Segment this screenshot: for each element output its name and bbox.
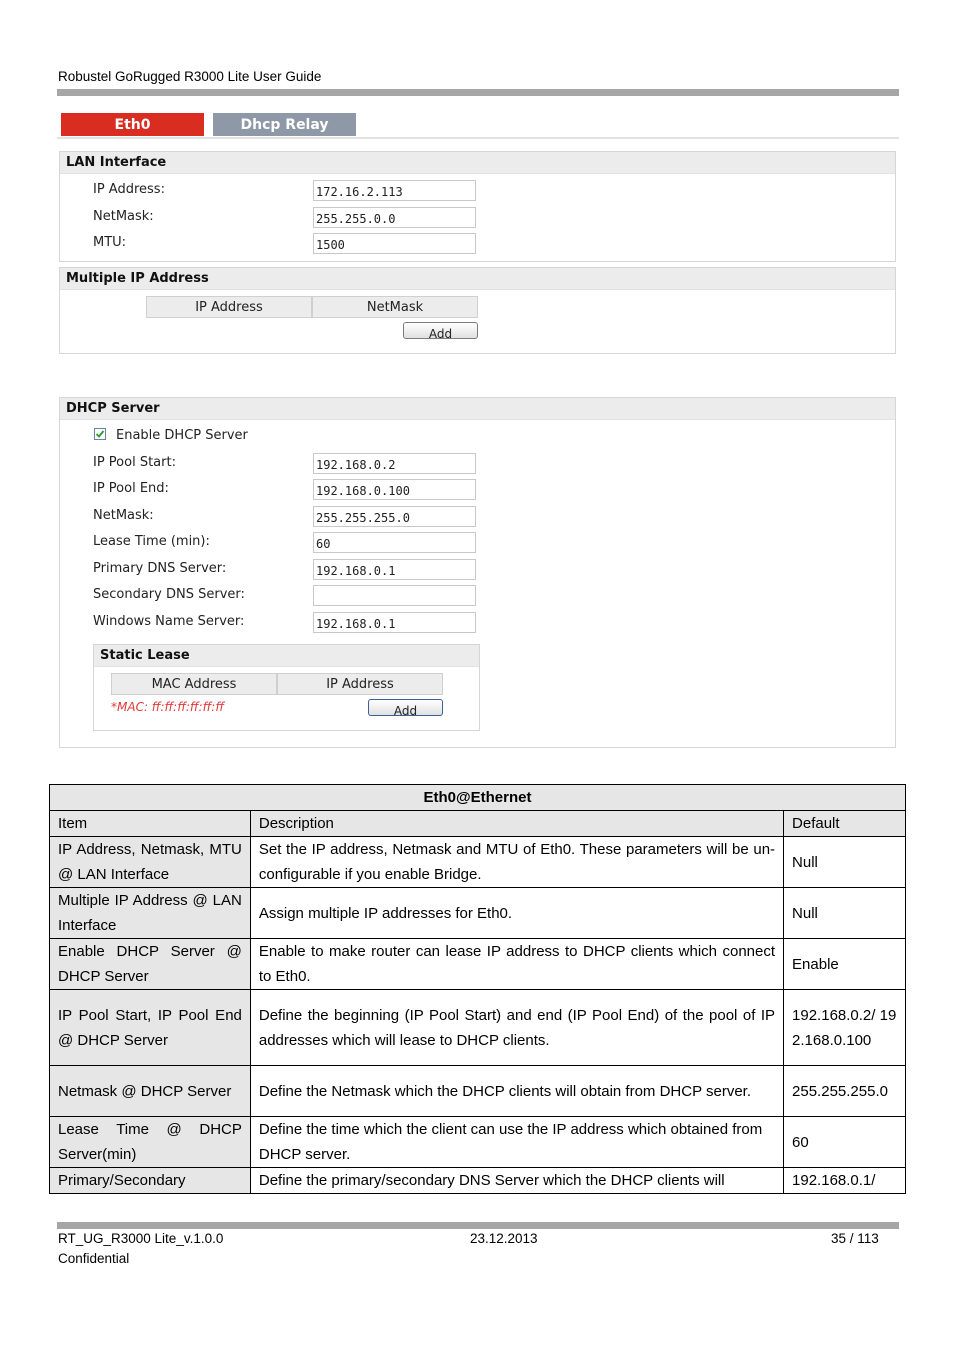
- ip-address-label: IP Address:: [93, 182, 165, 197]
- ip-pool-end-label: IP Pool End:: [93, 481, 169, 496]
- row-default: 60: [783, 1116, 906, 1168]
- footer-rule: [57, 1222, 899, 1229]
- table-row: Primary/Secondary Define the primary/sec…: [49, 1167, 906, 1194]
- primary-dns-label: Primary DNS Server:: [93, 561, 227, 576]
- mac-format-hint: *MAC: ff:ff:ff:ff:ff:ff: [111, 700, 224, 714]
- multiple-ip-add-button[interactable]: Add: [403, 322, 478, 339]
- row-item: Primary/Secondary: [49, 1167, 251, 1194]
- tab-eth0[interactable]: Eth0: [61, 113, 204, 136]
- enable-dhcp-label: Enable DHCP Server: [116, 428, 248, 443]
- windows-name-server-input[interactable]: 192.168.0.1: [313, 612, 476, 633]
- static-lease-add-button[interactable]: Add: [368, 699, 443, 716]
- table-row: IP Pool Start, IP Pool End @ DHCP Server…: [49, 989, 906, 1066]
- header-item: Item: [49, 810, 251, 837]
- row-default: Null: [783, 836, 906, 888]
- row-description: Define the time which the client can use…: [249, 1116, 785, 1168]
- footer-doc-id: RT_UG_R3000 Lite_v.1.0.0: [58, 1231, 224, 1246]
- multiple-ip-col-ip-address: IP Address: [146, 296, 312, 318]
- multiple-ip-title: Multiple IP Address: [60, 268, 895, 290]
- footer-page-number: 35 / 113: [831, 1231, 879, 1246]
- footer-date: 23.12.2013: [470, 1231, 538, 1246]
- lan-interface-title: LAN Interface: [60, 152, 895, 174]
- ip-pool-end-input[interactable]: 192.168.0.100: [313, 479, 476, 500]
- row-item: Enable DHCP Server @ DHCP Server: [49, 938, 251, 990]
- header-rule: [57, 89, 899, 96]
- dhcp-netmask-input[interactable]: 255.255.255.0: [313, 506, 476, 527]
- enable-dhcp-checkbox[interactable]: [94, 428, 106, 440]
- row-item: IP Address, Netmask, MTU @ LAN Interface: [49, 836, 251, 888]
- eth0-parameter-table: Eth0@Ethernet Item Description Default I…: [49, 784, 906, 1194]
- document-header-title: Robustel GoRugged R3000 Lite User Guide: [58, 69, 322, 84]
- primary-dns-input[interactable]: 192.168.0.1: [313, 559, 476, 580]
- mtu-label: MTU:: [93, 235, 127, 250]
- header-description: Description: [249, 810, 785, 837]
- table-row: IP Address, Netmask, MTU @ LAN Interface…: [49, 836, 906, 888]
- table-row: Enable DHCP Server @ DHCP Server Enable …: [49, 938, 906, 990]
- netmask-input[interactable]: 255.255.0.0: [313, 207, 476, 228]
- table-row: Netmask @ DHCP Server Define the Netmask…: [49, 1065, 906, 1117]
- ip-address-input[interactable]: 172.16.2.113: [313, 180, 476, 201]
- lan-interface-panel: LAN Interface: [59, 151, 896, 262]
- row-item: Netmask @ DHCP Server: [49, 1065, 251, 1117]
- row-default: 192.168.0.2/ 192.168.0.100: [783, 989, 906, 1066]
- row-default: 192.168.0.1/: [783, 1167, 906, 1194]
- static-lease-col-mac: MAC Address: [111, 673, 277, 695]
- row-default: Enable: [783, 938, 906, 990]
- tab-underline: [57, 137, 899, 139]
- ip-pool-start-label: IP Pool Start:: [93, 455, 176, 470]
- secondary-dns-label: Secondary DNS Server:: [93, 587, 245, 602]
- checkmark-icon: [95, 430, 105, 438]
- row-item: IP Pool Start, IP Pool End @ DHCP Server: [49, 989, 251, 1066]
- row-description: Set the IP address, Netmask and MTU of E…: [249, 836, 785, 888]
- row-description: Assign multiple IP addresses for Eth0.: [249, 887, 785, 939]
- multiple-ip-col-netmask: NetMask: [312, 296, 478, 318]
- lease-time-input[interactable]: 60: [313, 532, 476, 553]
- mtu-input[interactable]: 1500: [313, 233, 476, 254]
- netmask-label: NetMask:: [93, 209, 154, 224]
- footer-confidential: Confidential: [58, 1251, 130, 1266]
- secondary-dns-input[interactable]: [313, 585, 476, 606]
- ip-pool-start-input[interactable]: 192.168.0.2: [313, 453, 476, 474]
- row-default: Null: [783, 887, 906, 939]
- lease-time-label: Lease Time (min):: [93, 534, 210, 549]
- table-title: Eth0@Ethernet: [49, 784, 906, 811]
- dhcp-server-title: DHCP Server: [60, 398, 895, 420]
- tab-dhcp-relay[interactable]: Dhcp Relay: [213, 113, 356, 136]
- static-lease-title: Static Lease: [94, 645, 479, 667]
- row-description: Define the primary/secondary DNS Server …: [249, 1167, 785, 1194]
- row-item: Multiple IP Address @ LAN Interface: [49, 887, 251, 939]
- row-default: 255.255.255.0: [783, 1065, 906, 1117]
- row-description: Define the beginning (IP Pool Start) and…: [249, 989, 785, 1066]
- dhcp-netmask-label: NetMask:: [93, 508, 154, 523]
- table-header-row: Item Description Default: [49, 810, 906, 837]
- table-row: Lease Time @ DHCP Server(min) Define the…: [49, 1116, 906, 1168]
- row-item: Lease Time @ DHCP Server(min): [49, 1116, 251, 1168]
- windows-name-server-label: Windows Name Server:: [93, 614, 245, 629]
- static-lease-col-ip: IP Address: [277, 673, 443, 695]
- header-default: Default: [783, 810, 906, 837]
- row-description: Enable to make router can lease IP addre…: [249, 938, 785, 990]
- table-row: Multiple IP Address @ LAN Interface Assi…: [49, 887, 906, 939]
- row-description: Define the Netmask which the DHCP client…: [249, 1065, 785, 1117]
